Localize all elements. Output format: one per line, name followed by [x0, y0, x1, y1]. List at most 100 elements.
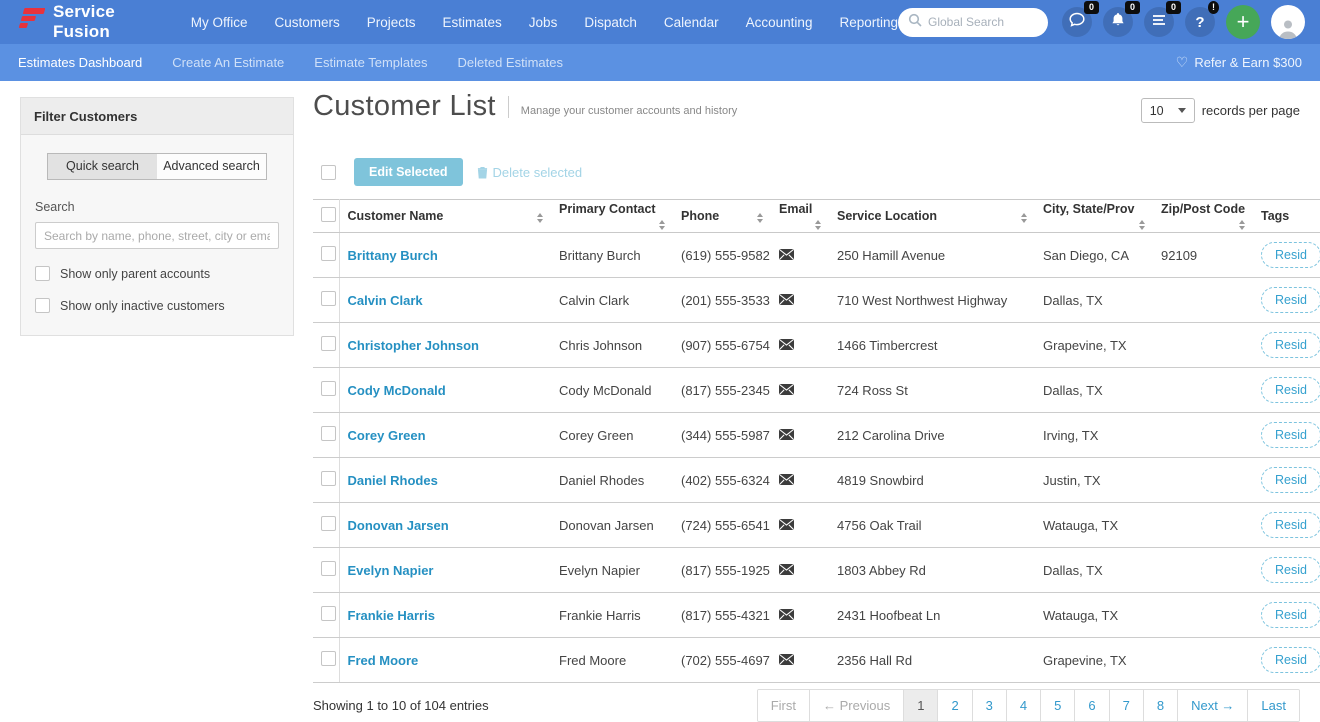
topnav-icons: 0 0 0 ? ! + — [1062, 5, 1305, 39]
email-icon — [779, 384, 794, 395]
parent-accounts-checkbox[interactable] — [35, 266, 50, 281]
column-header-phone[interactable]: Phone — [673, 200, 771, 233]
page-button-6[interactable]: 6 — [1074, 690, 1108, 721]
tag-badge[interactable]: Resid — [1261, 557, 1320, 583]
tab-quick-search[interactable]: Quick search — [47, 153, 157, 180]
customer-name-link[interactable]: Frankie Harris — [348, 608, 435, 623]
edit-selected-button[interactable]: Edit Selected — [354, 158, 463, 186]
sort-up-arrow — [1239, 220, 1245, 224]
messages-button[interactable]: 0 — [1062, 7, 1092, 37]
nav-item-calendar[interactable]: Calendar — [664, 15, 719, 30]
column-header-city-state-prov[interactable]: City, State/Prov — [1035, 200, 1153, 233]
row-checkbox[interactable] — [321, 471, 336, 486]
user-avatar[interactable] — [1271, 5, 1305, 39]
page-title: Customer List — [313, 90, 496, 123]
customer-name-link[interactable]: Evelyn Napier — [348, 563, 434, 578]
page-button-7[interactable]: 7 — [1109, 690, 1143, 721]
sort-icon[interactable] — [537, 213, 543, 223]
sort-icon[interactable] — [1139, 220, 1145, 230]
page-button-8[interactable]: 8 — [1143, 690, 1177, 721]
row-checkbox[interactable] — [321, 426, 336, 441]
sort-icon[interactable] — [815, 220, 821, 230]
row-checkbox[interactable] — [321, 606, 336, 621]
customer-name-link[interactable]: Calvin Clark — [348, 293, 423, 308]
tab-advanced-search[interactable]: Advanced search — [157, 153, 267, 180]
zip-code-cell — [1153, 458, 1253, 503]
page-button-5[interactable]: 5 — [1040, 690, 1074, 721]
subnav-item-deleted-estimates[interactable]: Deleted Estimates — [457, 55, 563, 70]
table-row: Christopher JohnsonChris Johnson(907) 55… — [313, 323, 1320, 368]
sort-icon[interactable] — [659, 220, 665, 230]
subnav-item-create-an-estimate[interactable]: Create An Estimate — [172, 55, 284, 70]
tag-badge[interactable]: Resid — [1261, 512, 1320, 538]
header-checkbox-cell — [313, 200, 339, 233]
sort-icon[interactable] — [1021, 213, 1027, 223]
row-checkbox[interactable] — [321, 516, 336, 531]
customer-name-link[interactable]: Cody McDonald — [348, 383, 446, 398]
column-header-email[interactable]: Email — [771, 200, 829, 233]
nav-item-estimates[interactable]: Estimates — [443, 15, 502, 30]
page-button-next[interactable]: Next → — [1177, 690, 1247, 721]
column-header-tags[interactable]: Tags — [1253, 200, 1320, 233]
tag-badge[interactable]: Resid — [1261, 602, 1320, 628]
page-button-last[interactable]: Last — [1247, 690, 1299, 721]
column-header-customer-name[interactable]: Customer Name — [339, 200, 551, 233]
row-checkbox[interactable] — [321, 291, 336, 306]
queue-button[interactable]: 0 — [1144, 7, 1174, 37]
row-checkbox[interactable] — [321, 651, 336, 666]
table-header: Customer NamePrimary ContactPhoneEmailSe… — [313, 200, 1320, 233]
select-all-checkbox[interactable] — [321, 207, 336, 222]
parent-accounts-label: Show only parent accounts — [60, 267, 210, 281]
page-button-4[interactable]: 4 — [1006, 690, 1040, 721]
customer-name-link[interactable]: Fred Moore — [348, 653, 419, 668]
records-per-page: 10 records per page — [1141, 98, 1300, 123]
records-per-page-select[interactable]: 10 — [1141, 98, 1195, 123]
row-checkbox[interactable] — [321, 381, 336, 396]
nav-item-customers[interactable]: Customers — [274, 15, 339, 30]
inactive-customers-checkbox[interactable] — [35, 298, 50, 313]
brand[interactable]: Service Fusion — [15, 2, 153, 42]
column-header-service-location[interactable]: Service Location — [829, 200, 1035, 233]
tag-badge[interactable]: Resid — [1261, 242, 1320, 268]
column-header-primary-contact[interactable]: Primary Contact — [551, 200, 673, 233]
nav-item-reporting[interactable]: Reporting — [839, 15, 898, 30]
tag-badge[interactable]: Resid — [1261, 647, 1320, 673]
customer-name-link[interactable]: Donovan Jarsen — [348, 518, 449, 533]
page-button-2[interactable]: 2 — [937, 690, 971, 721]
customer-name-link[interactable]: Daniel Rhodes — [348, 473, 438, 488]
customer-search-input[interactable] — [35, 222, 279, 249]
nav-item-projects[interactable]: Projects — [367, 15, 416, 30]
refer-and-earn-link[interactable]: ♡ Refer & Earn $300 — [1176, 54, 1302, 71]
toolbar-select-all-checkbox[interactable] — [321, 165, 336, 180]
sort-icon[interactable] — [757, 213, 763, 223]
notifications-button[interactable]: 0 — [1103, 7, 1133, 37]
sort-icon[interactable] — [1239, 220, 1245, 230]
nav-item-jobs[interactable]: Jobs — [529, 15, 558, 30]
row-checkbox[interactable] — [321, 561, 336, 576]
table-row: Brittany BurchBrittany Burch(619) 555-95… — [313, 233, 1320, 278]
subnav-item-estimate-templates[interactable]: Estimate Templates — [314, 55, 427, 70]
customer-name-link[interactable]: Christopher Johnson — [348, 338, 479, 353]
nav-item-accounting[interactable]: Accounting — [746, 15, 813, 30]
customer-name-link[interactable]: Brittany Burch — [348, 248, 438, 263]
subnav-item-estimates-dashboard[interactable]: Estimates Dashboard — [18, 55, 142, 70]
tag-badge[interactable]: Resid — [1261, 287, 1320, 313]
nav-item-dispatch[interactable]: Dispatch — [584, 15, 637, 30]
customer-name-cell: Frankie Harris — [339, 593, 551, 638]
page-button-3[interactable]: 3 — [972, 690, 1006, 721]
help-button[interactable]: ? ! — [1185, 7, 1215, 37]
customer-name-link[interactable]: Corey Green — [348, 428, 426, 443]
tag-badge[interactable]: Resid — [1261, 332, 1320, 358]
row-checkbox[interactable] — [321, 246, 336, 261]
tag-badge[interactable]: Resid — [1261, 422, 1320, 448]
row-checkbox[interactable] — [321, 336, 336, 351]
tag-badge[interactable]: Resid — [1261, 467, 1320, 493]
column-header-zip-post-code[interactable]: Zip/Post Code — [1153, 200, 1253, 233]
page-button-1[interactable]: 1 — [903, 690, 937, 721]
tag-badge[interactable]: Resid — [1261, 377, 1320, 403]
add-new-button[interactable]: + — [1226, 5, 1260, 39]
delete-selected-button[interactable]: Delete selected — [477, 165, 583, 180]
global-search-input[interactable] — [928, 15, 1038, 29]
nav-item-my-office[interactable]: My Office — [191, 15, 248, 30]
pagination: First← Previous12345678Next →Last — [757, 689, 1300, 722]
